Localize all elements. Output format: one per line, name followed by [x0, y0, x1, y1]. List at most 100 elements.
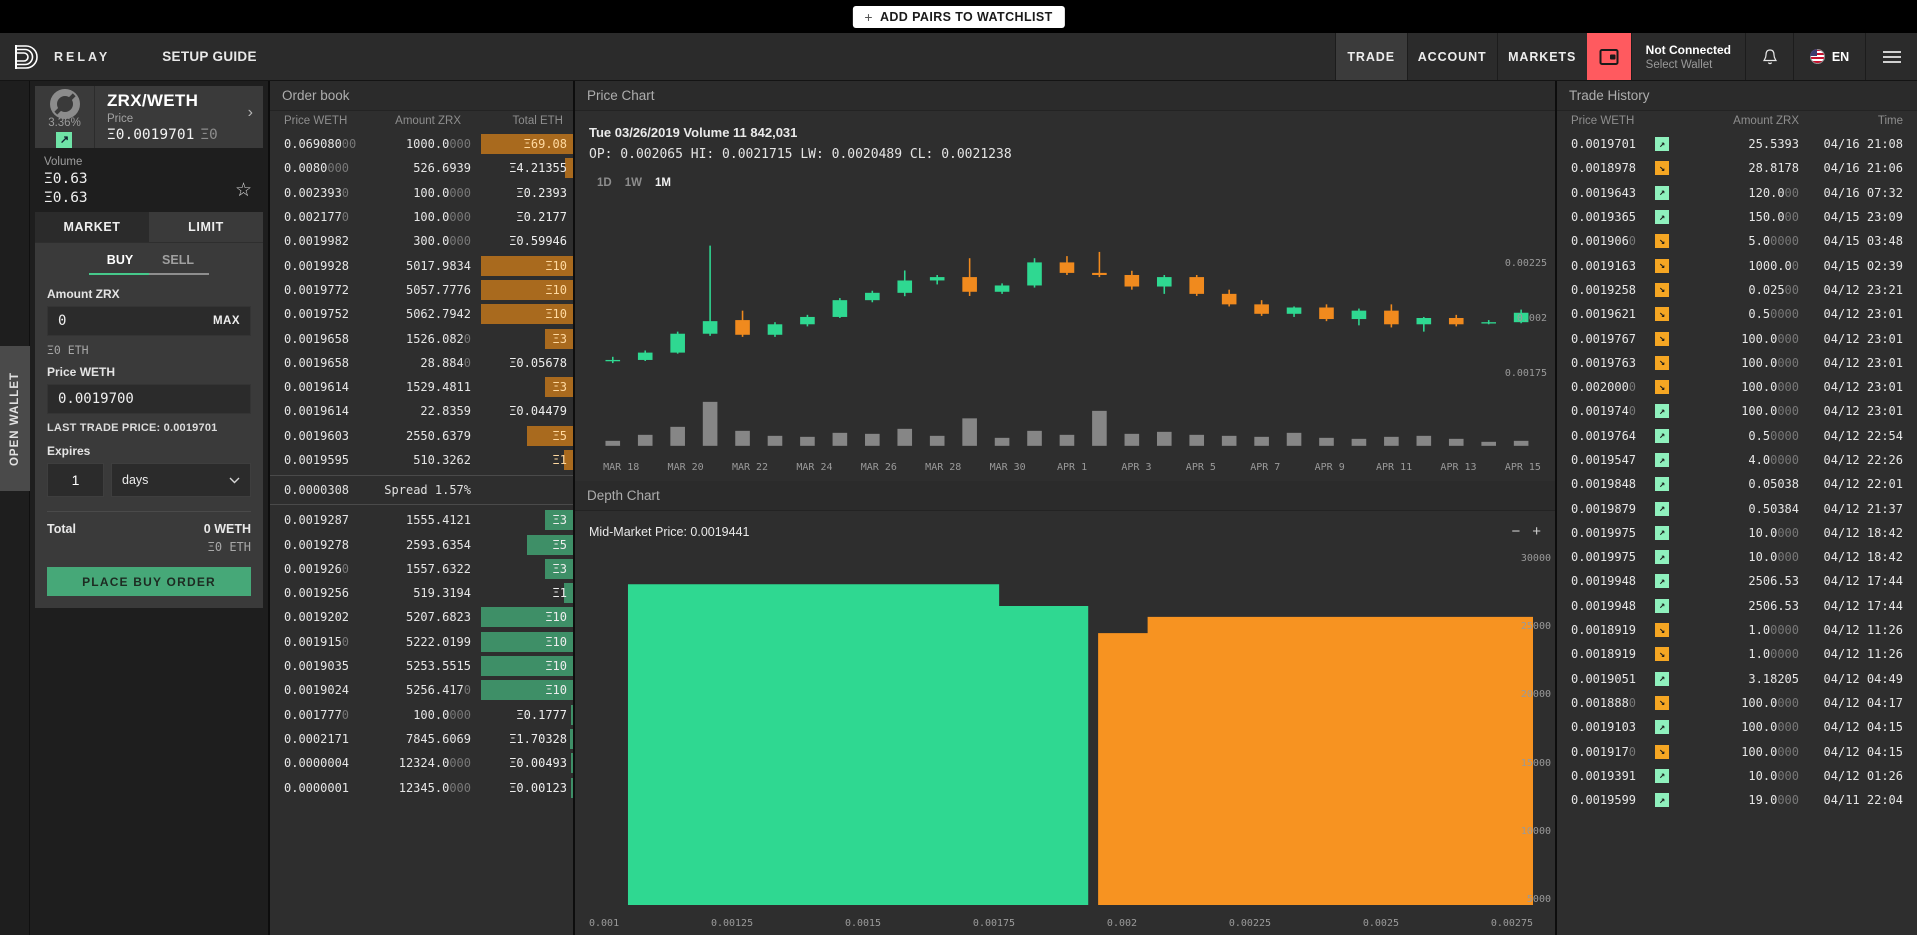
trade-history-row[interactable]: 0.0019879 ↗ 0.50384 04/12 21:37 — [1557, 496, 1917, 520]
order-book-row[interactable]: 0.0080000 526.6939 Ξ4.21355 — [270, 156, 573, 180]
trade-history-row[interactable]: 0.0019060 ↘ 5.00000 04/15 03:48 — [1557, 229, 1917, 253]
price-chart-body[interactable]: Tue 03/26/2019 Volume 11 842,031 OP: 0.0… — [575, 111, 1555, 481]
add-pairs-to-watchlist-button[interactable]: + ADD PAIRS TO WATCHLIST — [852, 6, 1065, 28]
order-book-row[interactable]: 0.0023930 100.0000 Ξ0.2393 — [270, 181, 573, 205]
open-wallet-tab[interactable]: OPEN WALLET — [0, 346, 30, 491]
tab-limit[interactable]: LIMIT — [149, 212, 263, 242]
order-book-row[interactable]: 0.0019658 28.8840 Ξ0.05678 — [270, 351, 573, 375]
brand-logo[interactable]: RELAY — [0, 33, 110, 80]
trade-history-row[interactable]: 0.0019365 ↗ 150.000 04/15 23:09 — [1557, 205, 1917, 229]
th-amount: 5.00000 — [1748, 234, 1799, 249]
order-book-row[interactable]: 0.0019595 510.3262 Ξ1 — [270, 448, 573, 472]
pair-card[interactable]: 3.36% ↗ ZRX/WETH › Price Ξ0.0019701 Ξ0 — [35, 86, 263, 148]
order-book-row[interactable]: 0.0019614 1529.4811 Ξ3 — [270, 375, 573, 399]
order-book-row[interactable]: 0.0019614 22.8359 Ξ0.04479 — [270, 399, 573, 423]
order-book-row[interactable]: 0.0019772 5057.7776 Ξ10 — [270, 278, 573, 302]
order-book-row[interactable]: 0.0019278 2593.6354 Ξ5 — [270, 532, 573, 556]
trade-history-row[interactable]: 0.0019848 ↗ 0.05038 04/12 22:01 — [1557, 472, 1917, 496]
row-total-value: Ξ10 — [545, 659, 567, 674]
price-field-row[interactable] — [47, 384, 251, 414]
wallet-icon-button[interactable] — [1586, 33, 1631, 80]
wallet-status[interactable]: Not Connected Select Wallet — [1630, 33, 1745, 80]
nav-account[interactable]: ACCOUNT — [1406, 33, 1497, 80]
trade-history-row[interactable]: 0.0019975 ↗ 10.0000 04/12 18:42 — [1557, 521, 1917, 545]
timeframe-1d[interactable]: 1D — [597, 177, 612, 189]
favorite-star-icon[interactable]: ☆ — [235, 179, 252, 202]
order-book-row[interactable]: 0.0019202 5207.6823 Ξ10 — [270, 605, 573, 629]
trade-history-row[interactable]: 0.0020000 ↘ 100.0000 04/12 23:01 — [1557, 375, 1917, 399]
row-price: 0.0019658 — [284, 355, 350, 370]
order-book-row[interactable]: 0.0000001 12345.0000 Ξ0.00123 — [270, 775, 573, 799]
order-book-row[interactable]: 0.0019035 5253.5515 Ξ10 — [270, 654, 573, 678]
amount-input[interactable] — [58, 313, 213, 329]
expires-number-input[interactable]: 1 — [47, 463, 104, 497]
trade-history-row[interactable]: 0.0019643 ↗ 120.000 04/16 07:32 — [1557, 181, 1917, 205]
th-amount: 1000.00 — [1748, 258, 1799, 273]
order-book-row[interactable]: 0.0019603 2550.6379 Ξ5 — [270, 424, 573, 448]
trade-history-row[interactable]: 0.0019547 ↗ 4.00000 04/12 22:26 — [1557, 448, 1917, 472]
timeframe-1w[interactable]: 1W — [625, 177, 642, 189]
order-book-row[interactable]: 0.0019256 519.3194 Ξ1 — [270, 581, 573, 605]
trade-history-row[interactable]: 0.0018978 ↘ 28.8178 04/16 21:06 — [1557, 156, 1917, 180]
trade-history-row[interactable]: 0.0019767 ↘ 100.0000 04/12 23:01 — [1557, 326, 1917, 350]
trade-history-header-row: Price WETH Amount ZRX Time — [1557, 111, 1917, 132]
trade-history-row[interactable]: 0.0019764 ↗ 0.50000 04/12 22:54 — [1557, 424, 1917, 448]
depth-chart-body[interactable]: Mid-Market Price: 0.0019441 − + 30000 250… — [575, 511, 1555, 935]
trade-history-row[interactable]: 0.0019701 ↗ 25.5393 04/16 21:08 — [1557, 132, 1917, 156]
trade-history-row[interactable]: 0.0019170 ↘ 100.0000 04/12 04:15 — [1557, 739, 1917, 763]
zoom-out-button[interactable]: − — [1511, 523, 1520, 540]
price-input[interactable] — [58, 391, 240, 407]
order-book-row[interactable]: 0.0017770 100.0000 Ξ0.1777 — [270, 703, 573, 727]
order-book-row[interactable]: 0.0019260 1557.6322 Ξ3 — [270, 557, 573, 581]
row-total-value: Ξ3 — [552, 513, 567, 528]
trade-history-row[interactable]: 0.0019163 ↘ 1000.00 04/15 02:39 — [1557, 253, 1917, 277]
order-book-row[interactable]: 0.0021770 100.0000 Ξ0.2177 — [270, 205, 573, 229]
order-book-row[interactable]: 0.0019024 5256.4170 Ξ10 — [270, 678, 573, 702]
order-book-row[interactable]: 0.0019928 5017.9834 Ξ10 — [270, 253, 573, 277]
trade-history-row[interactable]: 0.0019103 ↗ 100.0000 04/12 04:15 — [1557, 715, 1917, 739]
trade-history-row[interactable]: 0.0019763 ↘ 100.0000 04/12 23:01 — [1557, 351, 1917, 375]
order-book-row[interactable]: 0.06908000 1000.0000 Ξ69.08 — [270, 132, 573, 156]
tab-market[interactable]: MARKET — [35, 212, 149, 242]
trade-history-row[interactable]: 0.0019948 ↗ 2506.53 04/12 17:44 — [1557, 569, 1917, 593]
trade-history-row[interactable]: 0.0018919 ↘ 1.00000 04/12 11:26 — [1557, 642, 1917, 666]
zoom-in-button[interactable]: + — [1532, 523, 1541, 540]
expires-unit-select[interactable]: days — [111, 463, 251, 497]
trade-history-row[interactable]: 0.0019948 ↗ 2506.53 04/12 17:44 — [1557, 594, 1917, 618]
th-amount: 100.0000 — [1741, 404, 1799, 419]
setup-guide-link[interactable]: SETUP GUIDE — [162, 33, 257, 80]
language-selector[interactable]: EN — [1793, 33, 1865, 80]
row-total: Ξ5 — [481, 534, 573, 555]
tab-sell[interactable]: SELL — [149, 253, 207, 273]
tab-buy[interactable]: BUY — [91, 253, 149, 273]
trade-history-row[interactable]: 0.0019258 ↘ 0.02500 04/12 23:21 — [1557, 278, 1917, 302]
trade-history-row[interactable]: 0.0019599 ↗ 19.0000 04/11 22:04 — [1557, 788, 1917, 812]
order-book-row[interactable]: 0.0000004 12324.0000 Ξ0.00493 — [270, 751, 573, 775]
chevron-right-icon[interactable]: › — [248, 104, 253, 122]
trade-history-row[interactable]: 0.0019740 ↗ 100.0000 04/12 23:01 — [1557, 399, 1917, 423]
nav-trade[interactable]: TRADE — [1334, 33, 1407, 80]
notifications-button[interactable] — [1745, 33, 1793, 80]
order-book-row[interactable]: 0.0019752 5062.7942 Ξ10 — [270, 302, 573, 326]
th-price: 0.0019879 — [1571, 501, 1637, 516]
amount-field-row[interactable]: MAX — [47, 306, 251, 336]
order-book-row[interactable]: 0.0019287 1555.4121 Ξ3 — [270, 508, 573, 532]
timeframe-1m[interactable]: 1M — [655, 177, 671, 189]
max-button[interactable]: MAX — [213, 315, 240, 327]
trade-history-row[interactable]: 0.0019051 ↗ 3.18205 04/12 04:49 — [1557, 667, 1917, 691]
trade-history-row[interactable]: 0.0019975 ↗ 10.0000 04/12 18:42 — [1557, 545, 1917, 569]
trade-history-row[interactable]: 0.0018919 ↘ 1.00000 04/12 11:26 — [1557, 618, 1917, 642]
trade-history-row[interactable]: 0.0018880 ↘ 100.0000 04/12 04:17 — [1557, 691, 1917, 715]
depth-y-tick: 10000 — [1520, 825, 1551, 837]
row-price: 0.0019928 — [284, 258, 350, 273]
nav-markets[interactable]: MARKETS — [1496, 33, 1587, 80]
order-book-row[interactable]: 0.0019982 300.0000 Ξ0.59946 — [270, 229, 573, 253]
th-price: 0.0020000 — [1571, 380, 1637, 395]
hamburger-menu-button[interactable] — [1865, 33, 1917, 80]
order-book-row[interactable]: 0.0019150 5222.0199 Ξ10 — [270, 630, 573, 654]
place-buy-order-button[interactable]: PLACE BUY ORDER — [47, 567, 251, 596]
order-book-row[interactable]: 0.0019658 1526.0820 Ξ3 — [270, 326, 573, 350]
order-book-row[interactable]: 0.0002171 7845.6069 Ξ1.70328 — [270, 727, 573, 751]
trade-history-row[interactable]: 0.0019391 ↗ 10.0000 04/12 01:26 — [1557, 764, 1917, 788]
trade-history-row[interactable]: 0.0019621 ↘ 0.50000 04/12 23:01 — [1557, 302, 1917, 326]
